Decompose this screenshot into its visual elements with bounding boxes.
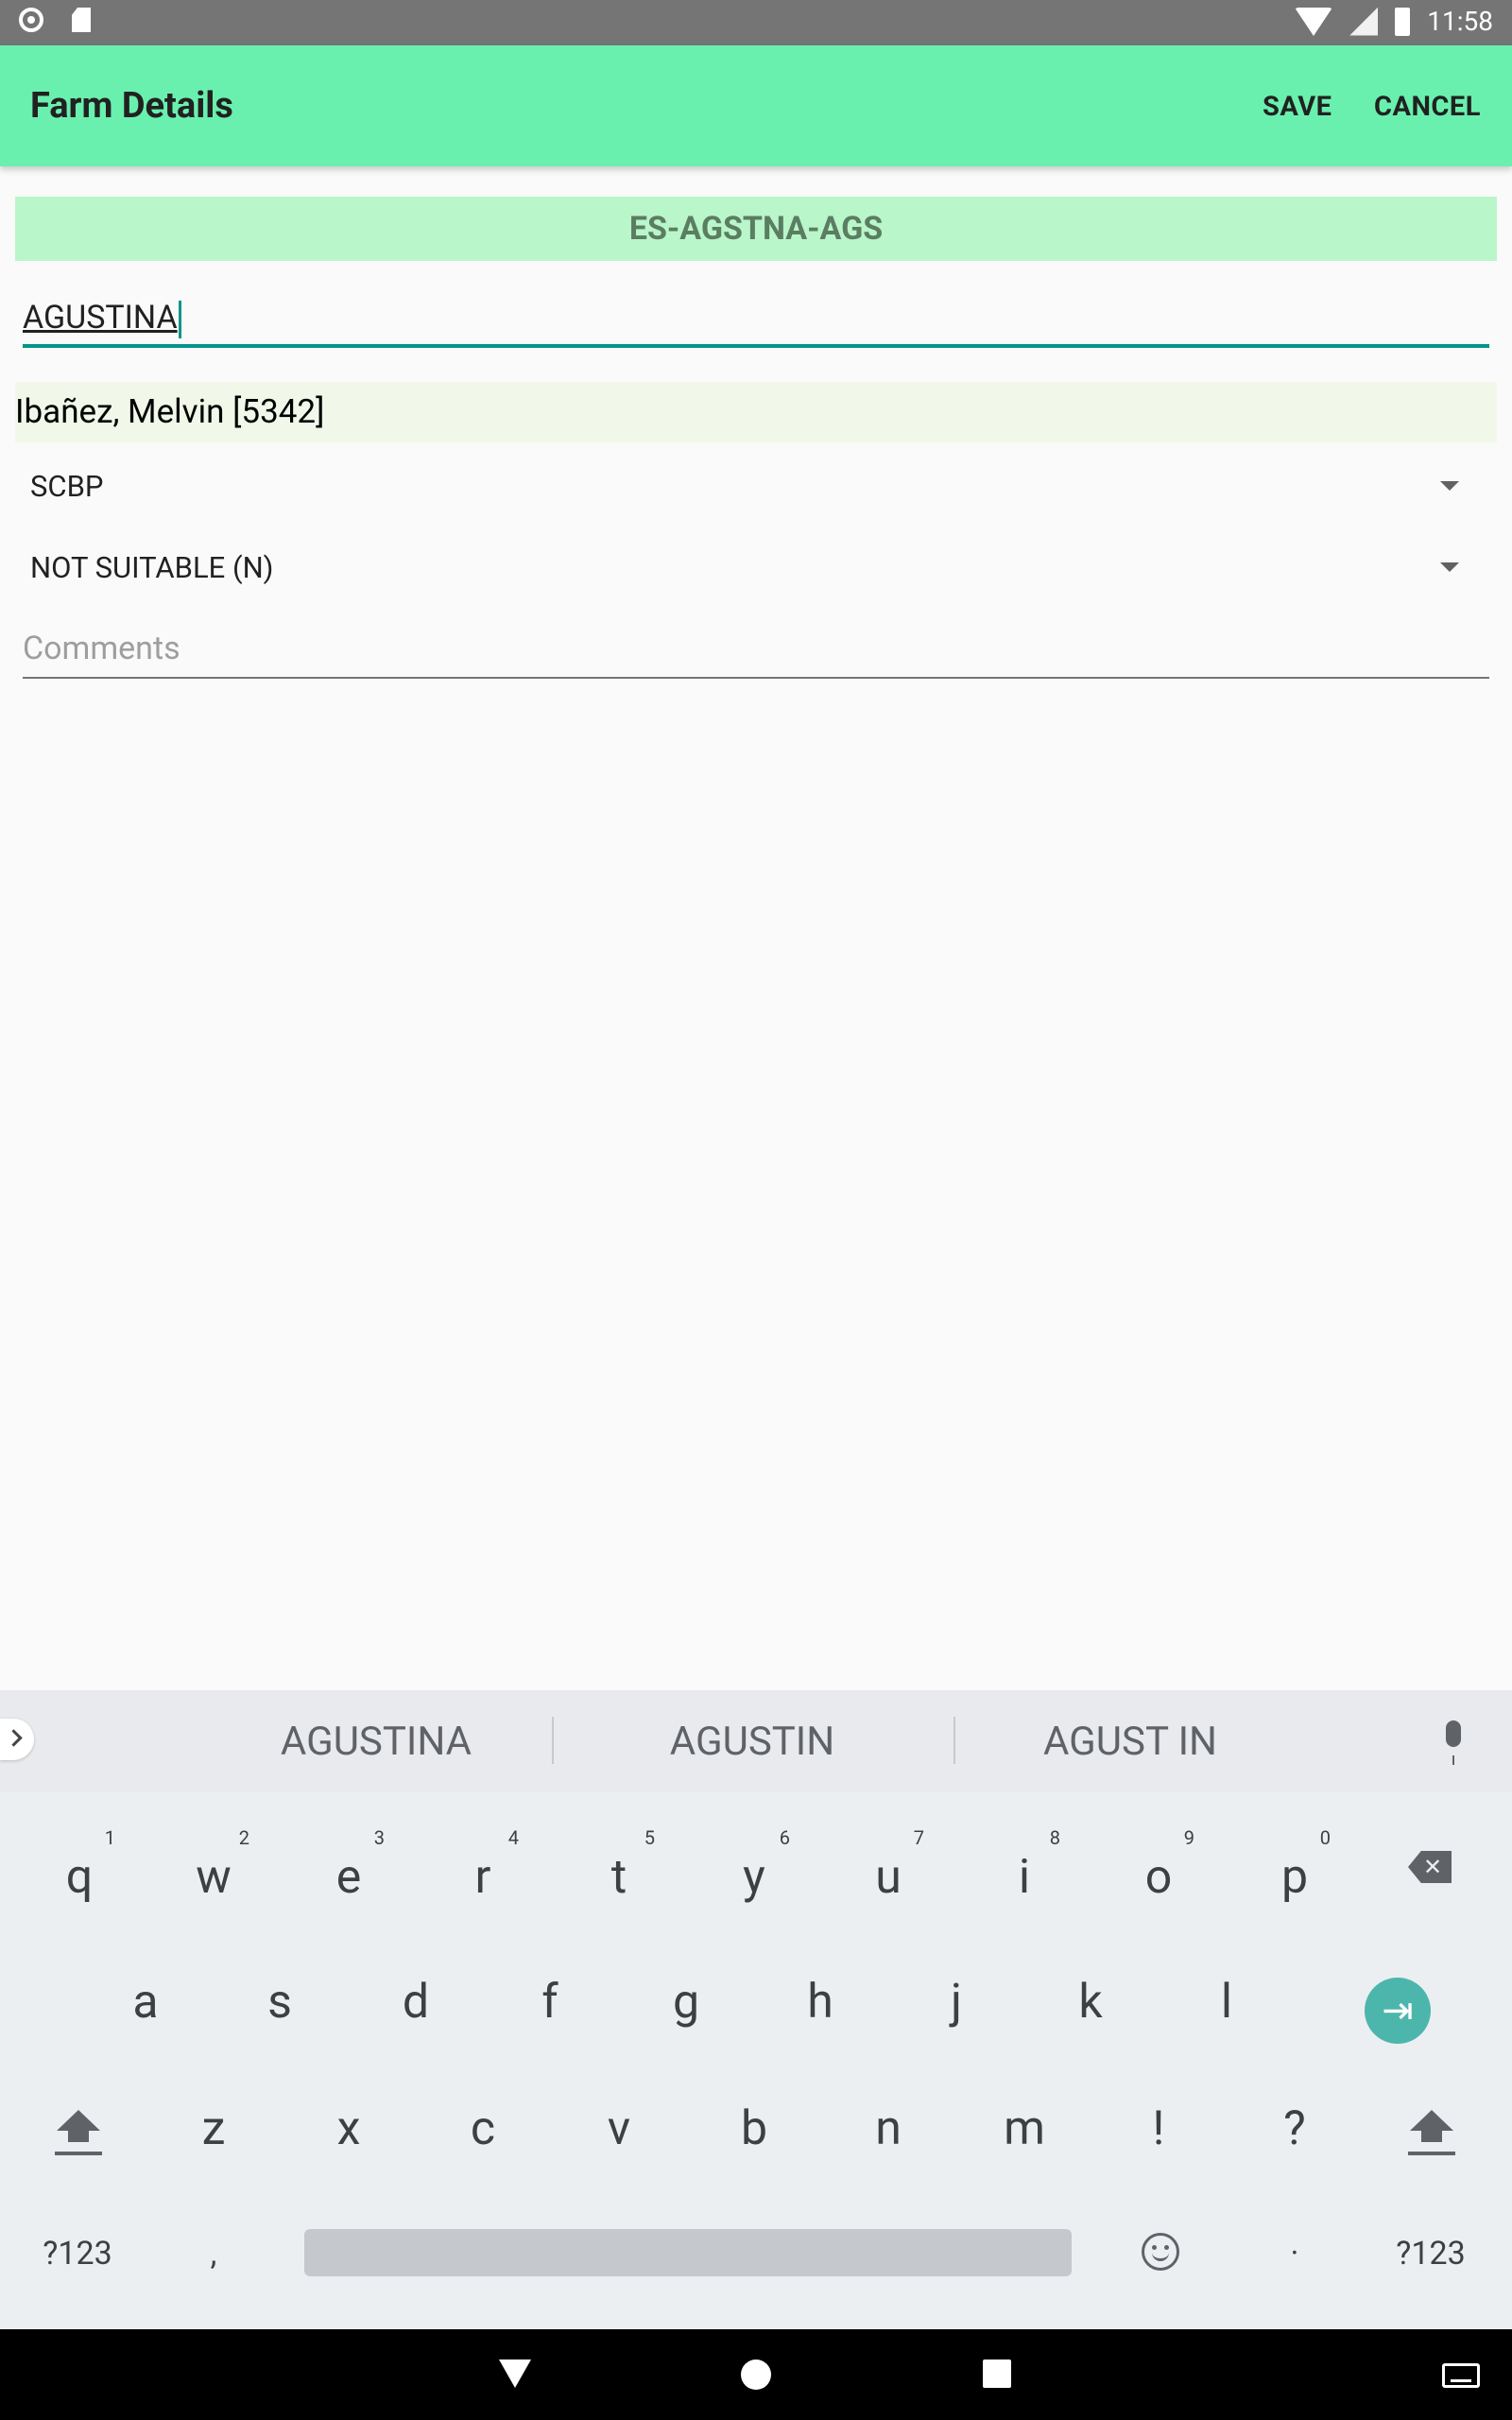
navigation-bar xyxy=(0,2329,1512,2420)
status-time: 11:58 xyxy=(1427,6,1493,37)
suggestion-1[interactable]: AGUSTINA xyxy=(225,1719,527,1765)
suggestion-strip: AGUSTINA AGUSTIN AGUST IN xyxy=(0,1690,1512,1792)
dropdown-arrow-icon xyxy=(1440,562,1459,572)
key-h[interactable]: h xyxy=(773,1955,868,2049)
emoji-icon[interactable] xyxy=(1142,2233,1179,2271)
sd-card-icon xyxy=(72,8,91,32)
key-e[interactable]: e3 xyxy=(301,1826,396,1925)
farm-name-value: AGUSTINA xyxy=(23,299,178,337)
app-bar: Farm Details SAVE CANCEL xyxy=(0,45,1512,166)
key-z[interactable]: z xyxy=(166,2082,261,2176)
text-cursor xyxy=(178,301,181,339)
owner-label: Ibañez, Melvin [5342] xyxy=(15,382,1497,442)
space-bar[interactable] xyxy=(304,2229,1072,2276)
key-i[interactable]: i8 xyxy=(977,1826,1072,1925)
back-icon[interactable] xyxy=(499,2360,531,2388)
key-g[interactable]: g xyxy=(639,1955,733,2049)
recent-apps-icon[interactable] xyxy=(983,2360,1011,2388)
suitability-select[interactable]: NOT SUITABLE (N) xyxy=(15,535,1497,601)
suggestion-3[interactable]: AGUST IN xyxy=(979,1719,1281,1765)
key-q[interactable]: q1 xyxy=(32,1826,127,1925)
status-bar: 11:58 xyxy=(0,0,1512,45)
key-c[interactable]: c xyxy=(436,2082,530,2176)
key-p[interactable]: p0 xyxy=(1247,1826,1342,1925)
key-s[interactable]: s xyxy=(232,1955,327,2049)
key-d[interactable]: d xyxy=(369,1955,463,2049)
key-r[interactable]: r4 xyxy=(436,1826,530,1925)
key-m[interactable]: m xyxy=(977,2082,1072,2176)
soft-keyboard: AGUSTINA AGUSTIN AGUST IN q1 w2 e3 r4 t5… xyxy=(0,1690,1512,2329)
symbols-key-right[interactable]: ?123 xyxy=(1374,2206,1487,2301)
home-icon[interactable] xyxy=(741,2360,771,2390)
cancel-button[interactable]: CANCEL xyxy=(1374,91,1481,123)
program-select[interactable]: SCBP xyxy=(15,454,1497,520)
enter-key[interactable]: ⇥ xyxy=(1365,1978,1431,2044)
farm-name-input[interactable]: AGUSTINA xyxy=(23,284,1489,348)
key-w[interactable]: w2 xyxy=(166,1826,261,1925)
key-n[interactable]: n xyxy=(841,2082,936,2176)
farm-code-header: ES-AGSTNA-AGS xyxy=(15,197,1497,261)
key-o[interactable]: o9 xyxy=(1111,1826,1206,1925)
key-t[interactable]: t5 xyxy=(572,1826,666,1925)
key-a[interactable]: a xyxy=(98,1955,193,2049)
key-v[interactable]: v xyxy=(572,2082,666,2176)
key-y[interactable]: y6 xyxy=(707,1826,801,1925)
comments-input[interactable]: Comments xyxy=(23,624,1489,679)
key-f[interactable]: f xyxy=(503,1955,597,2049)
record-icon xyxy=(19,8,43,32)
save-button[interactable]: SAVE xyxy=(1263,91,1332,123)
battery-icon xyxy=(1395,7,1411,36)
backspace-icon[interactable] xyxy=(1408,1851,1452,1883)
key-exclamation[interactable]: ! xyxy=(1111,2082,1206,2176)
shift-left-icon[interactable] xyxy=(55,2110,102,2167)
key-l[interactable]: l xyxy=(1179,1955,1274,2049)
signal-icon xyxy=(1349,7,1379,36)
page-title: Farm Details xyxy=(30,85,233,127)
expand-suggestions-icon[interactable] xyxy=(0,1719,34,1760)
key-period[interactable]: · xyxy=(1247,2206,1342,2301)
wifi-icon xyxy=(1295,7,1333,36)
key-comma[interactable]: , xyxy=(166,2206,261,2301)
comments-placeholder: Comments xyxy=(23,630,180,667)
key-b[interactable]: b xyxy=(707,2082,801,2176)
suggestion-divider xyxy=(552,1717,554,1764)
key-x[interactable]: x xyxy=(301,2082,396,2176)
microphone-icon[interactable] xyxy=(1446,1720,1461,1765)
program-select-value: SCBP xyxy=(30,469,104,504)
suggestion-2[interactable]: AGUSTIN xyxy=(601,1719,903,1765)
keyboard-switch-icon[interactable] xyxy=(1442,2363,1480,2388)
key-u[interactable]: u7 xyxy=(841,1826,936,1925)
symbols-key-left[interactable]: ?123 xyxy=(21,2206,134,2301)
key-question[interactable]: ? xyxy=(1247,2082,1342,2176)
key-k[interactable]: k xyxy=(1043,1955,1138,2049)
suggestion-divider xyxy=(954,1717,955,1764)
shift-right-icon[interactable] xyxy=(1408,2110,1455,2167)
key-j[interactable]: j xyxy=(909,1955,1004,2049)
dropdown-arrow-icon xyxy=(1440,481,1459,491)
suitability-select-value: NOT SUITABLE (N) xyxy=(30,550,274,585)
